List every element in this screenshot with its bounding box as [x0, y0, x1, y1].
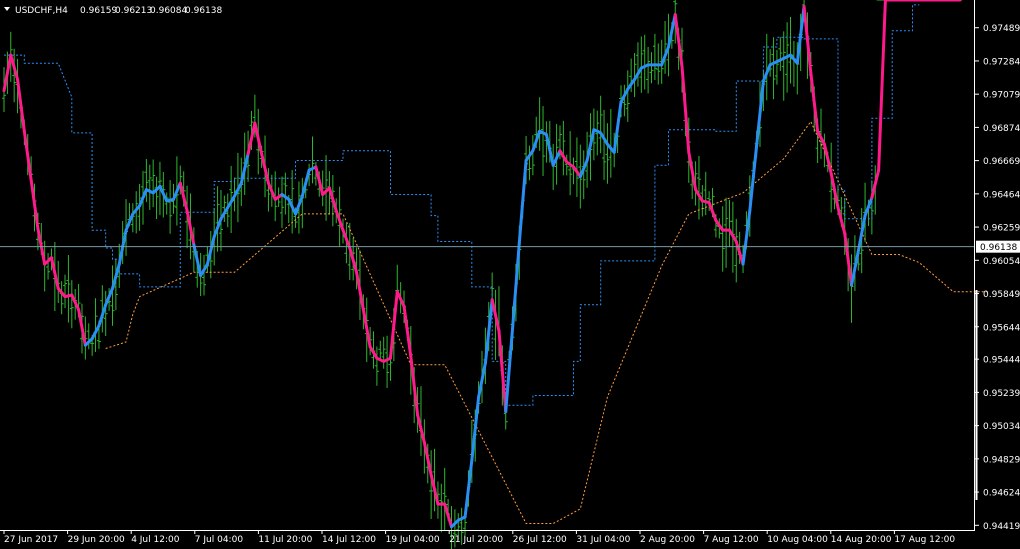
x-tick-label: 26 Jul 12:00: [513, 535, 567, 545]
y-tick-label: 0.95239: [983, 389, 1020, 399]
y-tick-label: 0.95849: [983, 290, 1020, 300]
open-value: 0.96159: [80, 6, 117, 16]
x-tick-label: 2 Aug 20:00: [640, 535, 695, 545]
x-tick-label: 29 Jun 20:00: [68, 535, 125, 545]
y-tick-label: 0.94829: [983, 455, 1020, 465]
y-tick-label: 0.97079: [983, 91, 1020, 101]
y-tick-label: 0.96259: [983, 224, 1020, 234]
close-value: 0.96138: [185, 6, 222, 16]
x-tick-label: 17 Aug 12:00: [894, 535, 955, 545]
y-tick-label: 0.94419: [983, 522, 1020, 532]
y-tick-label: 0.95034: [983, 422, 1020, 432]
y-tick-label: 0.96874: [983, 124, 1020, 134]
low-value: 0.96084: [150, 6, 187, 16]
x-tick-label: 14 Jul 12:00: [322, 535, 376, 545]
y-tick-label: 0.96464: [983, 190, 1020, 200]
x-tick-label: 4 Jul 12:00: [131, 535, 180, 545]
x-tick-label: 31 Jul 04:00: [576, 535, 630, 545]
symbol-label: USDCHF,H4: [15, 6, 68, 16]
x-tick-label: 7 Jul 04:00: [195, 535, 244, 545]
current-price-label: 0.96138: [980, 243, 1017, 253]
chart-background: [0, 0, 1020, 549]
y-tick-label: 0.95444: [983, 356, 1020, 366]
x-tick-label: 19 Jul 04:00: [386, 535, 440, 545]
x-tick-label: 14 Aug 20:00: [831, 535, 892, 545]
x-tick-label: 7 Aug 12:00: [704, 535, 759, 545]
x-tick-label: 27 Jun 2017: [4, 535, 58, 545]
y-tick-label: 0.97284: [983, 57, 1020, 67]
y-tick-label: 0.94624: [983, 489, 1020, 499]
x-tick-label: 10 Aug 04:00: [767, 535, 828, 545]
x-tick-label: 11 Jul 20:00: [258, 535, 312, 545]
y-tick-label: 0.96669: [983, 157, 1020, 167]
y-tick-label: 0.97489: [983, 24, 1020, 34]
chart-header: USDCHF,H4 0.96159 0.96213 0.96084 0.9613…: [4, 6, 222, 16]
high-value: 0.96213: [115, 6, 152, 16]
y-tick-label: 0.96054: [983, 257, 1020, 267]
price-chart[interactable]: 0.96138 0.97489 0.97284 0.97079 0.96874 0.96…: [0, 0, 1020, 549]
y-tick-label: 0.95644: [983, 323, 1020, 333]
x-tick-label: 21 Jul 20:00: [449, 535, 503, 545]
